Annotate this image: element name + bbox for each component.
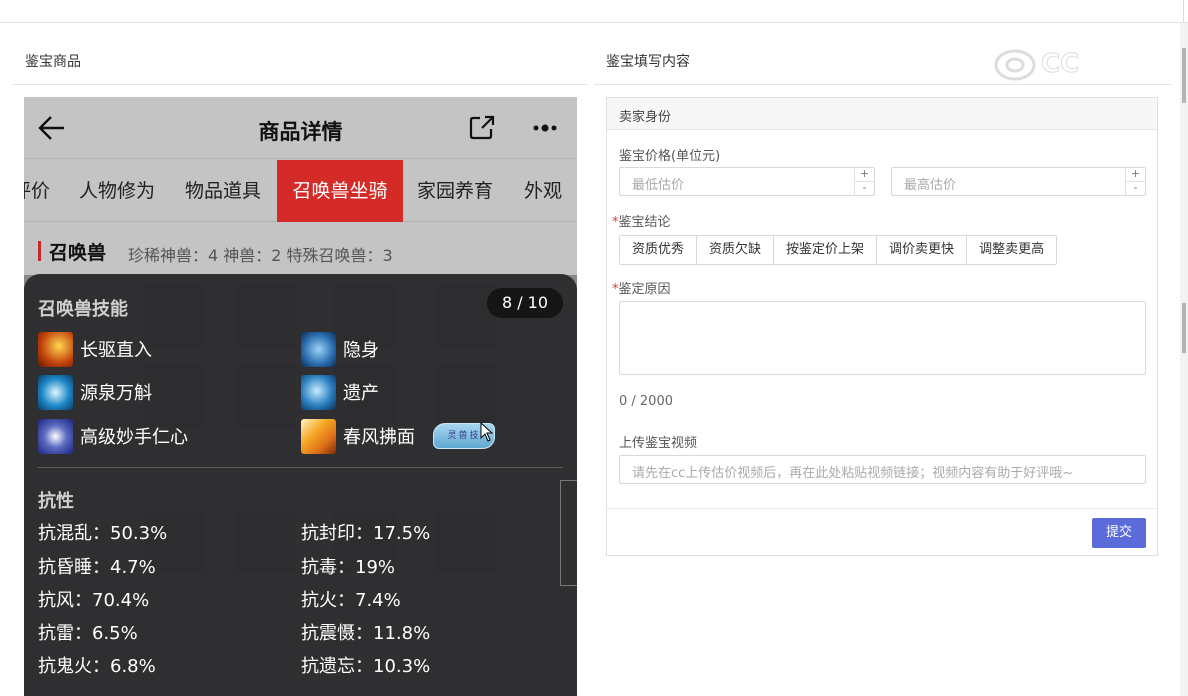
resist-item: 抗鬼火：6.8% xyxy=(38,656,156,677)
max-price-placeholder: 最高估价 xyxy=(904,178,957,193)
pet-section-title: 召唤兽 xyxy=(49,242,107,264)
card-header: 卖家身份 xyxy=(607,98,1157,130)
max-price-stepper[interactable]: + - xyxy=(1125,168,1145,195)
spring-breeze-skill-icon xyxy=(301,419,336,454)
conclusion-option-lacking[interactable]: 资质欠缺 xyxy=(697,236,775,264)
charge-skill-icon xyxy=(38,332,73,367)
tab-appearance[interactable]: 外观 xyxy=(524,160,562,222)
resist-title: 抗性 xyxy=(38,491,74,512)
mouse-cursor-icon xyxy=(480,422,494,442)
video-label: 上传鉴宝视频 xyxy=(619,436,698,451)
skills-title: 召唤兽技能 xyxy=(38,299,128,320)
decrement-button[interactable]: - xyxy=(1126,181,1145,196)
fountain-skill-icon xyxy=(38,375,73,410)
phone-header: 商品详情 xyxy=(24,97,577,159)
conclusion-option-list-at-price[interactable]: 按鉴定价上架 xyxy=(774,236,878,264)
resist-item: 抗昏睡：4.7% xyxy=(38,557,156,578)
increment-button[interactable]: + xyxy=(855,168,874,182)
min-price-placeholder: 最低估价 xyxy=(632,178,685,193)
price-label: 鉴宝价格(单位元) xyxy=(619,149,721,164)
submit-button[interactable]: 提交 xyxy=(1092,518,1146,548)
overlay-scrollbar[interactable] xyxy=(560,480,577,586)
max-price-input[interactable]: 最高估价 + - xyxy=(891,167,1146,196)
legacy-skill-icon xyxy=(301,375,336,410)
top-bar xyxy=(0,0,1188,23)
min-price-stepper[interactable]: + - xyxy=(854,168,874,195)
resist-item: 抗混乱：50.3% xyxy=(38,523,168,544)
resist-item: 抗雷：6.5% xyxy=(38,623,138,644)
card-footer-divider xyxy=(607,508,1157,509)
share-icon[interactable] xyxy=(468,115,496,141)
reason-label: *鉴定原因 xyxy=(612,282,671,297)
right-scroll-strip xyxy=(1180,23,1188,696)
tab-pets-mounts[interactable]: 召唤兽坐骑 xyxy=(277,160,403,222)
resist-item: 抗封印：17.5% xyxy=(301,523,431,544)
video-link-input[interactable]: 请先在cc上传估价视频后，再在此处粘贴视频链接；视频内容有助于好评哦~ xyxy=(619,455,1146,484)
card-title: 卖家身份 xyxy=(619,110,672,125)
cc-watermark-logo: CC xyxy=(993,47,1153,83)
video-link-placeholder: 请先在cc上传估价视频后，再在此处粘贴视频链接；视频内容有助于好评哦~ xyxy=(632,466,1074,481)
tab-rating[interactable]: 评价 xyxy=(24,160,62,222)
conclusion-option-excellent[interactable]: 资质优秀 xyxy=(620,236,698,264)
left-section-title: 鉴宝商品 xyxy=(25,54,81,70)
decrement-button[interactable]: - xyxy=(855,181,874,196)
healer-skill-icon xyxy=(38,419,73,454)
tab-items[interactable]: 物品道具 xyxy=(185,160,261,222)
pet-skill-overlay: 召唤兽技能 8 / 10 长驱直入 隐身 源泉万斛 遗产 高级妙手仁心 春风拂面… xyxy=(24,274,577,696)
resist-item: 抗毒：19% xyxy=(301,557,396,578)
tab-home[interactable]: 家园养育 xyxy=(417,160,493,222)
stealth-skill-icon xyxy=(301,332,336,367)
reason-char-count: 0 / 2000 xyxy=(619,394,673,409)
right-divider xyxy=(594,84,1172,85)
conclusion-option-sell-faster[interactable]: 调价卖更快 xyxy=(877,236,968,264)
resist-item: 抗震慑：11.8% xyxy=(301,623,431,644)
product-detail-phone-view: 商品详情 评价 人物修为 物品道具 召唤兽坐骑 家园养育 外观 召唤兽 珍稀神兽… xyxy=(24,97,577,696)
section-marker xyxy=(38,241,41,261)
reason-textarea[interactable] xyxy=(619,301,1146,375)
conclusion-button-group: 资质优秀 资质欠缺 按鉴定价上架 调价卖更快 调整卖更高 xyxy=(619,235,1058,265)
conclusion-label: *鉴宝结论 xyxy=(612,215,671,230)
tab-character[interactable]: 人物修为 xyxy=(79,160,155,222)
phone-tabs: 评价 人物修为 物品道具 召唤兽坐骑 家园养育 外观 xyxy=(24,160,577,222)
more-icon[interactable] xyxy=(530,116,562,140)
overlay-divider xyxy=(38,467,563,468)
increment-button[interactable]: + xyxy=(1126,168,1145,182)
page-indicator: 8 / 10 xyxy=(487,288,563,318)
pet-stats: 珍稀神兽：4 神兽：2 特殊召唤兽：3 xyxy=(128,246,393,265)
resist-item: 抗火：7.4% xyxy=(301,590,401,611)
resist-item: 抗遗忘：10.3% xyxy=(301,656,431,677)
left-divider xyxy=(12,84,588,85)
resist-item: 抗风：70.4% xyxy=(38,590,150,611)
min-price-input[interactable]: 最低估价 + - xyxy=(619,167,875,196)
right-section-title: 鉴宝填写内容 xyxy=(606,54,690,70)
conclusion-option-sell-higher[interactable]: 调整卖更高 xyxy=(967,236,1057,264)
